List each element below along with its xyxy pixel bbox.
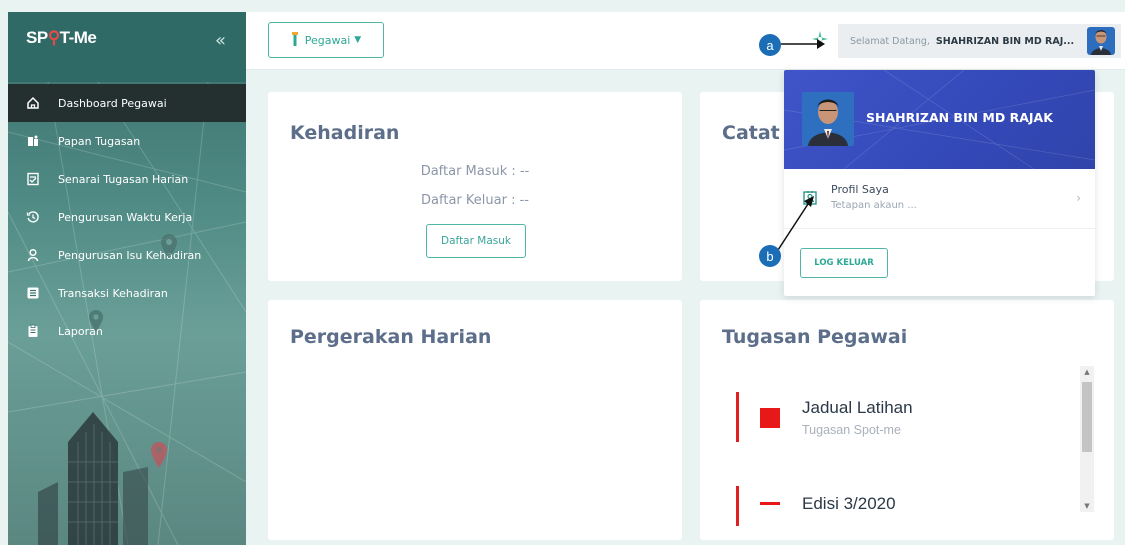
person-icon (26, 248, 40, 262)
brand-bar: SP⚲T-Me « (8, 12, 246, 82)
sidebar-item-label: Senarai Tugasan Harian (58, 172, 189, 186)
profil-saya-subtitle: Tetapan akaun ... (831, 200, 917, 211)
user-dropdown-header: SHAHRIZAN BIN MD RAJAK (784, 70, 1095, 169)
daftar-masuk-button[interactable]: Daftar Masuk (426, 224, 526, 258)
sidebar-item-label: Dashboard Pegawai (58, 96, 167, 110)
user-full-name: SHAHRIZAN BIN MD RAJAK (866, 110, 1053, 125)
callout-marker-b: b (759, 245, 781, 267)
role-label: Pegawai (304, 33, 351, 47)
profil-saya-menu-item[interactable]: Profil Saya Tetapan akaun ... › (784, 169, 1095, 229)
task-subtitle: Tugasan Spot-me (802, 423, 901, 437)
sidebar-menu: Dashboard Pegawai Papan Tugasan Senarai … (8, 84, 246, 350)
scrollbar-thumb[interactable] (1082, 382, 1092, 452)
clipboard-icon (26, 134, 40, 148)
list-icon (26, 286, 40, 300)
sidebar-item-papan-tugasan[interactable]: Papan Tugasan (8, 122, 246, 160)
profil-saya-label: Profil Saya (831, 183, 889, 196)
clock-icon (26, 210, 40, 224)
spotme-logo[interactable]: SP⚲T-Me (26, 28, 97, 48)
callout-arrow-a (781, 39, 825, 49)
collapse-sidebar-icon[interactable]: « (215, 30, 226, 51)
tugasan-pegawai-card: Tugasan Pegawai Jadual Latihan Tugasan S… (700, 300, 1114, 540)
topbar: Pegawai ▼ Selamat Datang, SHAHRIZAN BIN … (246, 12, 1125, 70)
log-keluar-button[interactable]: LOG KELUAR (800, 248, 888, 278)
sidebar-item-senarai-tugasan-harian[interactable]: Senarai Tugasan Harian (8, 160, 246, 198)
role-icon (291, 31, 299, 49)
user-menu-button[interactable]: Selamat Datang, SHAHRIZAN BIN MD RAJ... (838, 24, 1121, 58)
welcome-user-name: SHAHRIZAN BIN MD RAJ... (935, 35, 1075, 47)
sidebar-item-pengurusan-isu-kehadiran[interactable]: Pengurusan Isu Kehadiran (8, 236, 246, 274)
role-dropdown-button[interactable]: Pegawai ▼ (268, 22, 384, 58)
pergerakan-harian-card: Pergerakan Harian (268, 300, 682, 540)
scroll-down-arrow-icon[interactable]: ▼ (1080, 502, 1094, 510)
report-icon (26, 324, 40, 338)
kehadiran-title: Kehadiran (290, 122, 400, 144)
callout-marker-a: a (759, 34, 781, 56)
callout-arrow-b (777, 196, 814, 251)
kehadiran-card: Kehadiran Daftar Masuk : -- Daftar Kelua… (268, 92, 682, 281)
avatar (1087, 27, 1115, 55)
map-pin-decoration (161, 234, 177, 258)
logo-pin-icon: ⚲ (47, 28, 60, 47)
catatan-title: Catat (722, 122, 780, 144)
sidebar-item-label: Transaksi Kehadiran (58, 286, 168, 300)
sidebar: SP⚲T-Me « Dashboard Pegawai Papan Tugasa… (8, 12, 246, 545)
sidebar-item-label: Papan Tugasan (58, 134, 141, 148)
welcome-prefix: Selamat Datang, (850, 35, 930, 47)
task-title: Edisi 3/2020 (802, 494, 896, 513)
task-list-scrollbar[interactable]: ▲ ▼ (1080, 366, 1094, 512)
pergerakan-harian-title: Pergerakan Harian (290, 326, 492, 348)
task-color-marker (760, 502, 780, 505)
task-color-marker (760, 408, 780, 428)
task-priority-bar (736, 486, 739, 526)
daftar-masuk-status: Daftar Masuk : -- (420, 164, 530, 179)
building-illustration (38, 412, 148, 545)
daftar-keluar-status: Daftar Keluar : -- (421, 193, 529, 208)
home-icon (26, 96, 40, 110)
checklist-icon (26, 172, 40, 186)
sidebar-item-label: Pengurusan Waktu Kerja (58, 210, 193, 224)
scroll-up-arrow-icon[interactable]: ▲ (1080, 368, 1094, 376)
tugasan-pegawai-title: Tugasan Pegawai (722, 326, 908, 348)
chevron-right-icon: › (1076, 191, 1081, 205)
user-dropdown-menu: SHAHRIZAN BIN MD RAJAK Profil Saya Tetap… (784, 70, 1095, 296)
logo-text-end: T-Me (59, 28, 97, 47)
logo-text-start: SP (26, 28, 48, 47)
map-pin-decoration (151, 442, 167, 468)
sidebar-item-transaksi-kehadiran[interactable]: Transaksi Kehadiran (8, 274, 246, 312)
sidebar-item-laporan[interactable]: Laporan (8, 312, 246, 350)
map-pin-decoration (89, 310, 103, 332)
avatar (802, 92, 854, 146)
task-title: Jadual Latihan (802, 398, 913, 417)
sidebar-item-dashboard-pegawai[interactable]: Dashboard Pegawai (8, 84, 246, 122)
chevron-down-icon: ▼ (354, 35, 362, 45)
task-priority-bar (736, 392, 739, 442)
sidebar-item-pengurusan-waktu-kerja[interactable]: Pengurusan Waktu Kerja (8, 198, 246, 236)
